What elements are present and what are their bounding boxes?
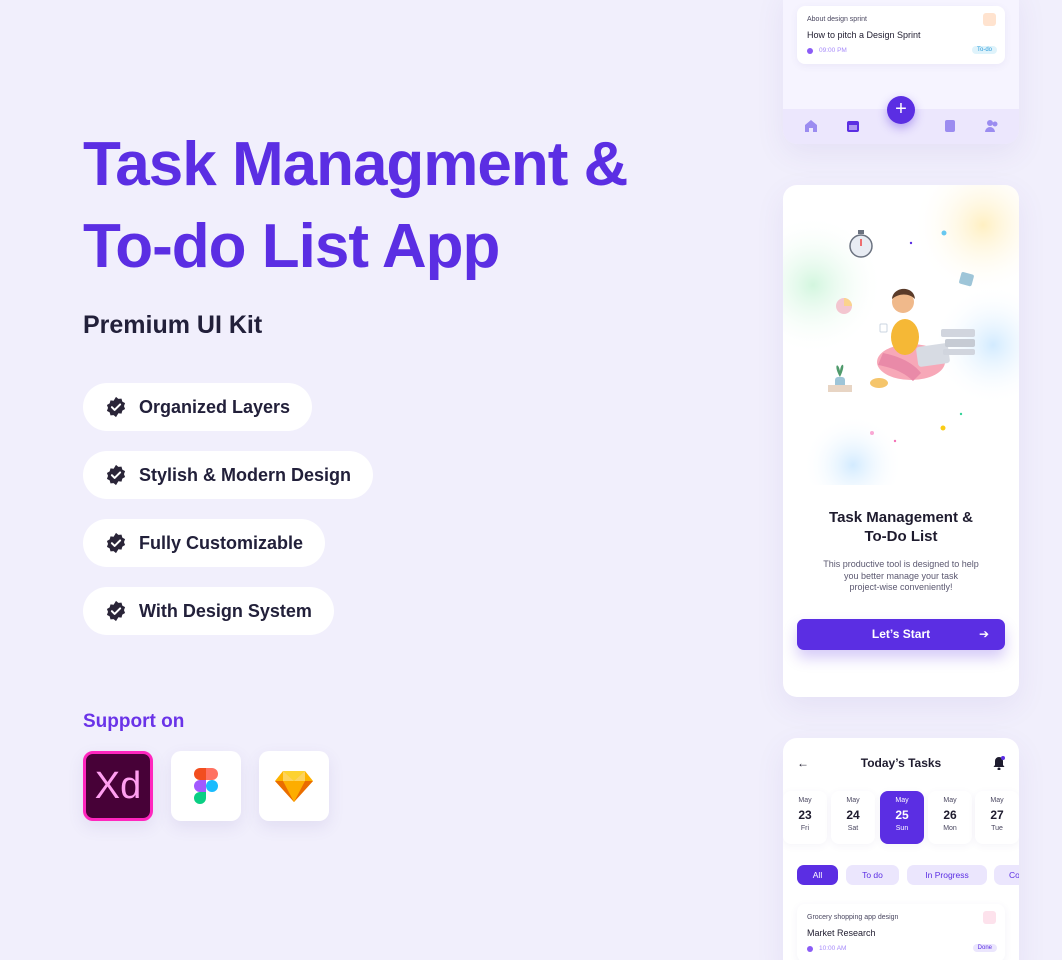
date-day: 25 (895, 808, 909, 822)
date-item-selected[interactable]: May 25 Sun (880, 791, 924, 844)
date-weekday: Fri (800, 825, 810, 832)
date-weekday: Sun (895, 825, 909, 832)
status-badge: Done (972, 944, 997, 952)
feature-pill: Stylish & Modern Design (83, 451, 374, 499)
hero-title: Task Managment & To-do List App (83, 124, 628, 288)
verified-badge-icon (106, 396, 126, 418)
calendar-icon[interactable] (846, 119, 860, 133)
date-day: 26 (943, 808, 957, 822)
filter-chip-todo[interactable]: To do (846, 865, 899, 885)
task-category: About design sprint (807, 16, 867, 23)
task-name: How to pitch a Design Sprint (807, 30, 921, 40)
feature-pill: With Design System (83, 587, 334, 635)
clock-icon (807, 47, 813, 54)
onboarding-description-line2: you better manage your task (843, 570, 959, 581)
verified-badge-icon (106, 464, 126, 486)
figma-icon (171, 751, 241, 821)
feature-pill: Organized Layers (83, 383, 313, 431)
date-month: May (943, 797, 957, 804)
date-day: 27 (990, 808, 1004, 822)
date-weekday: Sat (847, 825, 859, 832)
filter-chip-in-progress[interactable]: In Progress (907, 865, 987, 885)
feature-label: Stylish & Modern Design (139, 464, 352, 485)
lets-start-button[interactable]: Let’s Start ➔ (797, 619, 1005, 650)
support-title: Support on (83, 711, 185, 732)
date-item[interactable]: May 24 Sat (831, 791, 875, 844)
onboarding-description-line3: project-wise conveniently! (849, 582, 953, 592)
status-badge: To-do (971, 46, 997, 54)
today-title: Today’s Tasks (860, 756, 942, 770)
sketch-icon (259, 751, 329, 821)
home-icon[interactable] (804, 119, 818, 133)
feature-pill: Fully Customizable (83, 519, 326, 567)
date-month: May (798, 797, 812, 804)
arrow-right-icon: ➔ (978, 627, 989, 641)
onboarding-description: This productive tool is designed to help… (811, 559, 991, 594)
date-item[interactable]: May 23 Fri (783, 791, 827, 844)
onboarding-title: Task Management & To-Do List (783, 508, 1019, 546)
verified-badge-icon (106, 532, 126, 554)
filter-chip-completed[interactable]: Co (994, 865, 1019, 885)
date-month: May (895, 797, 909, 804)
feature-label: With Design System (139, 600, 312, 621)
date-month: May (846, 797, 860, 804)
task-time: 10:00 AM (807, 945, 846, 952)
phone-onboarding-card: Task Management & To-Do List This produc… (783, 185, 1019, 697)
add-task-button[interactable]: + (887, 96, 915, 124)
task-time-text: 09:00 PM (819, 47, 847, 54)
task-card[interactable]: About design sprint How to pitch a Desig… (797, 6, 1005, 64)
document-icon[interactable] (943, 119, 957, 133)
date-item[interactable]: May 27 Tue (975, 791, 1019, 844)
bell-icon[interactable] (993, 756, 1005, 770)
xd-label: Xd (94, 764, 142, 807)
task-time: 09:00 PM (807, 47, 847, 54)
date-day: 23 (798, 808, 812, 822)
xd-icon: Xd (83, 751, 153, 821)
today-header: ← Today’s Tasks (783, 756, 1019, 772)
date-month: May (990, 797, 1004, 804)
lets-start-label: Let’s Start (871, 627, 931, 641)
book-icon (983, 13, 996, 26)
feature-label: Organized Layers (139, 396, 291, 417)
date-item[interactable]: May 26 Mon (928, 791, 972, 844)
task-category: Grocery shopping app design (807, 914, 899, 921)
shopping-bag-icon (983, 911, 996, 924)
onboarding-description-line1: This productive tool is designed to help (823, 559, 979, 569)
clock-icon (807, 945, 813, 952)
verified-badge-icon (106, 600, 126, 622)
figma-logo (194, 768, 218, 804)
hero-title-line1: Task Managment & (83, 130, 628, 199)
phone-today-tasks-card: ← Today’s Tasks May 23 Fri May 24 Sat Ma… (783, 738, 1019, 960)
phone-task-list-card: About design sprint How to pitch a Desig… (783, 0, 1019, 144)
onboarding-illustration (783, 185, 1019, 485)
task-name: Market Research (807, 928, 876, 938)
onboarding-title-line2: To-Do List (864, 528, 938, 545)
team-icon[interactable] (985, 119, 999, 133)
hero-title-line2: To-do List App (83, 212, 500, 281)
hero-subtitle: Premium UI Kit (83, 311, 263, 339)
filter-chip-all[interactable]: All (797, 865, 838, 885)
date-weekday: Tue (991, 825, 1003, 832)
date-day: 24 (846, 808, 860, 822)
sketch-logo (275, 771, 313, 802)
task-time-text: 10:00 AM (819, 945, 847, 952)
date-weekday: Mon (943, 825, 957, 832)
task-card[interactable]: Grocery shopping app design Market Resea… (797, 904, 1005, 960)
onboarding-title-line1: Task Management & (829, 509, 973, 526)
feature-label: Fully Customizable (139, 532, 304, 553)
